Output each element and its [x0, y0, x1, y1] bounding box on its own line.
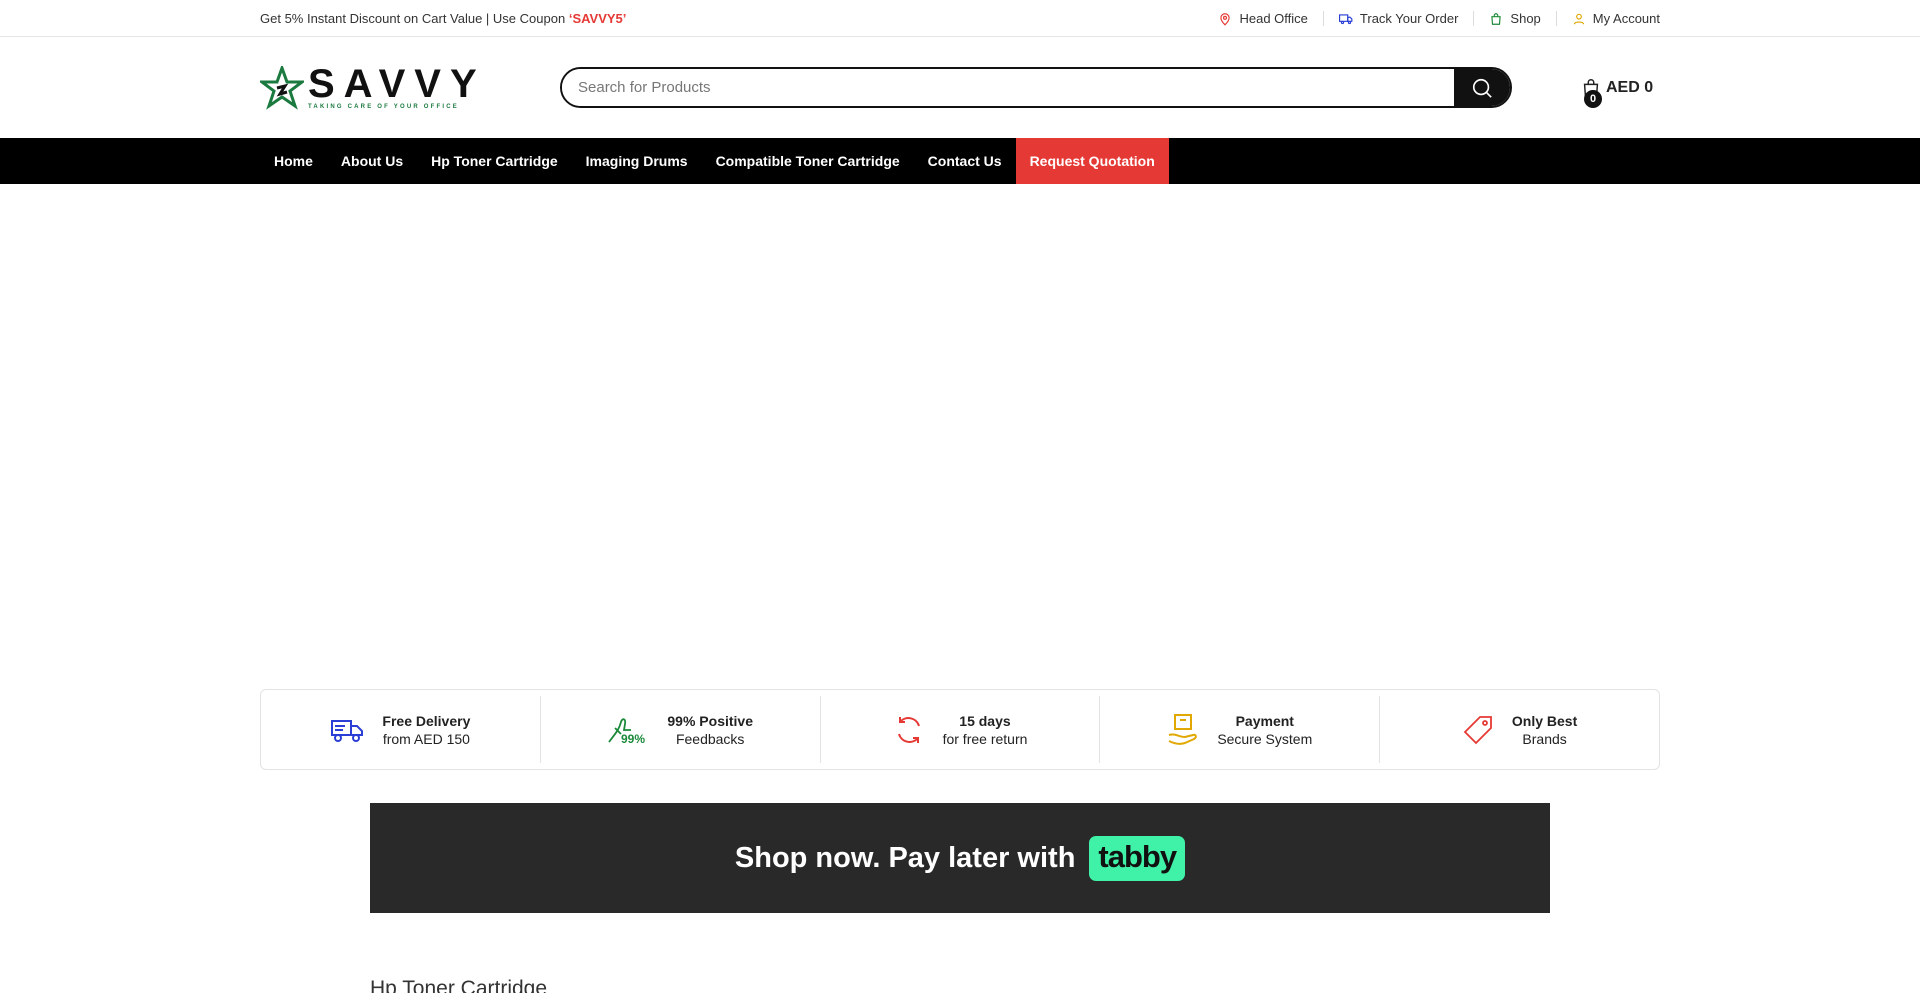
logo-word: SAVVY: [308, 62, 486, 106]
logo-tagline: TAKING CARE OF YOUR OFFICE: [308, 104, 459, 110]
head-office-label: Head Office: [1239, 11, 1308, 26]
savvy-logo[interactable]: SAVVY TAKING CARE OF YOUR OFFICE: [260, 62, 560, 110]
map-pin-icon: [1220, 12, 1231, 26]
promo-text: Get 5% Instant Discount on Cart Value | …: [260, 11, 566, 26]
nav-about-us[interactable]: About Us: [327, 138, 417, 184]
search-icon: [1472, 78, 1492, 98]
track-order-label: Track Your Order: [1359, 11, 1459, 26]
nav-contact-us[interactable]: Contact Us: [914, 138, 1016, 184]
secure-payment-icon: [1168, 713, 1198, 745]
cart-count-badge: 0: [1584, 89, 1602, 108]
nav-home[interactable]: Home: [260, 138, 327, 184]
nav-hp-toner-cartridge[interactable]: Hp Toner Cartridge: [417, 138, 572, 184]
site-header: SAVVY TAKING CARE OF YOUR OFFICE 0 AED 0: [0, 37, 1920, 138]
logo-wordmark: SAVVY TAKING CARE OF YOUR OFFICE: [308, 62, 486, 110]
features-strip: Free Delivery from AED 150 99% 99% Posit…: [260, 689, 1660, 770]
feature-positive-feedback: 99% 99% Positive Feedbacks: [539, 696, 820, 763]
feature-subtitle: Brands: [1522, 730, 1567, 747]
feature-best-brands: Only Best Brands: [1379, 696, 1659, 763]
top-links: Head Office Track Your Order Shop My Acc…: [1203, 11, 1660, 26]
feature-subtitle: for free return: [942, 730, 1028, 747]
track-order-link[interactable]: Track Your Order: [1322, 11, 1474, 26]
feature-free-delivery: Free Delivery from AED 150: [261, 696, 540, 763]
search-button[interactable]: [1454, 69, 1510, 106]
cart-amount: AED 0: [1606, 78, 1654, 96]
delivery-truck-icon: [331, 719, 364, 742]
return-cycle-icon: [897, 716, 920, 743]
nav-compatible-toner-cartridge[interactable]: Compatible Toner Cartridge: [702, 138, 914, 184]
shopping-bag-icon: [1491, 12, 1502, 25]
star-logo-icon: [260, 65, 304, 110]
tabby-text: Shop now. Pay later with: [734, 841, 1076, 874]
user-icon: [1573, 13, 1585, 25]
nav-imaging-drums[interactable]: Imaging Drums: [572, 138, 702, 184]
feature-title: 99% Positive: [667, 712, 753, 729]
promo-message: Get 5% Instant Discount on Cart Value | …: [260, 11, 626, 26]
main-navigation: Home About Us Hp Toner Cartridge Imaging…: [0, 138, 1920, 184]
shop-label: Shop: [1510, 11, 1541, 26]
cart-button[interactable]: 0 AED 0: [1580, 76, 1654, 108]
truck-icon: [1338, 13, 1353, 24]
top-announcement-bar: Get 5% Instant Discount on Cart Value | …: [0, 0, 1920, 37]
feature-subtitle: Secure System: [1217, 730, 1313, 747]
feature-title: Free Delivery: [382, 712, 471, 729]
shop-link[interactable]: Shop: [1473, 11, 1555, 26]
thumbs-up-99-icon: 99%: [608, 717, 646, 746]
feature-title: Payment: [1235, 712, 1294, 729]
hero-banner-area: [0, 184, 1920, 689]
section-title: Hp Toner Cartridge: [370, 977, 548, 993]
price-tag-icon: [1463, 715, 1492, 744]
feature-subtitle: from AED 150: [382, 730, 470, 747]
tabby-promo-banner[interactable]: Shop now. Pay later with tabby: [370, 803, 1550, 913]
head-office-link[interactable]: Head Office: [1203, 11, 1322, 26]
search-input[interactable]: [562, 69, 1454, 106]
feature-title: Only Best: [1511, 712, 1578, 729]
tabby-logo: tabby: [1089, 835, 1186, 881]
request-quotation-button[interactable]: Request Quotation: [1015, 138, 1169, 184]
search-bar: [560, 67, 1512, 108]
feature-free-return: 15 days for free return: [819, 696, 1100, 763]
feature-secure-payment: Payment Secure System: [1099, 696, 1379, 763]
feature-badge: 99%: [621, 732, 645, 746]
feature-subtitle: Feedbacks: [675, 730, 745, 747]
my-account-link[interactable]: My Account: [1555, 11, 1660, 26]
feature-title: 15 days: [959, 712, 1011, 729]
coupon-code: ‘SAVVY5’: [568, 11, 627, 26]
my-account-label: My Account: [1592, 11, 1660, 26]
